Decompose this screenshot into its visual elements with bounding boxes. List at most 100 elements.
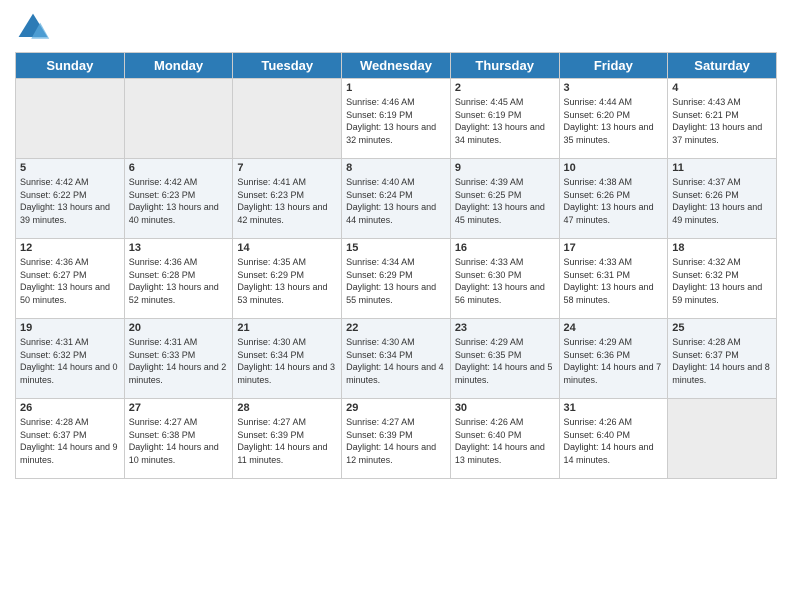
day-info: Sunrise: 4:45 AMSunset: 6:19 PMDaylight:… — [455, 96, 555, 146]
calendar-cell: 13 Sunrise: 4:36 AMSunset: 6:28 PMDaylig… — [124, 239, 233, 319]
day-info: Sunrise: 4:29 AMSunset: 6:35 PMDaylight:… — [455, 336, 555, 386]
day-number: 26 — [20, 402, 120, 414]
day-info: Sunrise: 4:43 AMSunset: 6:21 PMDaylight:… — [672, 96, 772, 146]
calendar-cell — [233, 79, 342, 159]
day-info: Sunrise: 4:41 AMSunset: 6:23 PMDaylight:… — [237, 176, 337, 226]
day-number: 27 — [129, 402, 229, 414]
day-info: Sunrise: 4:39 AMSunset: 6:25 PMDaylight:… — [455, 176, 555, 226]
day-number: 6 — [129, 162, 229, 174]
day-number: 12 — [20, 242, 120, 254]
day-info: Sunrise: 4:31 AMSunset: 6:33 PMDaylight:… — [129, 336, 229, 386]
day-number: 18 — [672, 242, 772, 254]
day-number: 7 — [237, 162, 337, 174]
day-info: Sunrise: 4:27 AMSunset: 6:39 PMDaylight:… — [346, 416, 446, 466]
day-number: 11 — [672, 162, 772, 174]
day-info: Sunrise: 4:26 AMSunset: 6:40 PMDaylight:… — [455, 416, 555, 466]
calendar-cell: 11 Sunrise: 4:37 AMSunset: 6:26 PMDaylig… — [668, 159, 777, 239]
day-info: Sunrise: 4:28 AMSunset: 6:37 PMDaylight:… — [20, 416, 120, 466]
day-number: 31 — [564, 402, 664, 414]
day-info: Sunrise: 4:46 AMSunset: 6:19 PMDaylight:… — [346, 96, 446, 146]
day-info: Sunrise: 4:27 AMSunset: 6:38 PMDaylight:… — [129, 416, 229, 466]
calendar-cell: 27 Sunrise: 4:27 AMSunset: 6:38 PMDaylig… — [124, 399, 233, 479]
day-number: 24 — [564, 322, 664, 334]
calendar-cell — [124, 79, 233, 159]
day-number: 23 — [455, 322, 555, 334]
calendar-cell: 24 Sunrise: 4:29 AMSunset: 6:36 PMDaylig… — [559, 319, 668, 399]
calendar-cell: 23 Sunrise: 4:29 AMSunset: 6:35 PMDaylig… — [450, 319, 559, 399]
day-header-monday: Monday — [124, 53, 233, 79]
week-row-3: 12 Sunrise: 4:36 AMSunset: 6:27 PMDaylig… — [16, 239, 777, 319]
day-info: Sunrise: 4:40 AMSunset: 6:24 PMDaylight:… — [346, 176, 446, 226]
day-number: 10 — [564, 162, 664, 174]
day-number: 16 — [455, 242, 555, 254]
day-number: 20 — [129, 322, 229, 334]
day-info: Sunrise: 4:31 AMSunset: 6:32 PMDaylight:… — [20, 336, 120, 386]
day-info: Sunrise: 4:33 AMSunset: 6:30 PMDaylight:… — [455, 256, 555, 306]
calendar-cell: 4 Sunrise: 4:43 AMSunset: 6:21 PMDayligh… — [668, 79, 777, 159]
day-number: 1 — [346, 82, 446, 94]
day-number: 29 — [346, 402, 446, 414]
day-info: Sunrise: 4:38 AMSunset: 6:26 PMDaylight:… — [564, 176, 664, 226]
calendar-cell: 1 Sunrise: 4:46 AMSunset: 6:19 PMDayligh… — [342, 79, 451, 159]
calendar-cell: 31 Sunrise: 4:26 AMSunset: 6:40 PMDaylig… — [559, 399, 668, 479]
calendar-cell: 9 Sunrise: 4:39 AMSunset: 6:25 PMDayligh… — [450, 159, 559, 239]
day-header-saturday: Saturday — [668, 53, 777, 79]
week-row-4: 19 Sunrise: 4:31 AMSunset: 6:32 PMDaylig… — [16, 319, 777, 399]
logo — [15, 10, 55, 46]
calendar-cell: 21 Sunrise: 4:30 AMSunset: 6:34 PMDaylig… — [233, 319, 342, 399]
calendar-cell: 12 Sunrise: 4:36 AMSunset: 6:27 PMDaylig… — [16, 239, 125, 319]
day-number: 17 — [564, 242, 664, 254]
day-number: 4 — [672, 82, 772, 94]
calendar-cell: 22 Sunrise: 4:30 AMSunset: 6:34 PMDaylig… — [342, 319, 451, 399]
week-row-2: 5 Sunrise: 4:42 AMSunset: 6:22 PMDayligh… — [16, 159, 777, 239]
calendar-cell — [16, 79, 125, 159]
calendar-cell: 14 Sunrise: 4:35 AMSunset: 6:29 PMDaylig… — [233, 239, 342, 319]
day-number: 8 — [346, 162, 446, 174]
day-header-friday: Friday — [559, 53, 668, 79]
calendar-cell: 30 Sunrise: 4:26 AMSunset: 6:40 PMDaylig… — [450, 399, 559, 479]
day-info: Sunrise: 4:37 AMSunset: 6:26 PMDaylight:… — [672, 176, 772, 226]
day-info: Sunrise: 4:29 AMSunset: 6:36 PMDaylight:… — [564, 336, 664, 386]
calendar-cell: 16 Sunrise: 4:33 AMSunset: 6:30 PMDaylig… — [450, 239, 559, 319]
header — [15, 10, 777, 46]
day-info: Sunrise: 4:36 AMSunset: 6:27 PMDaylight:… — [20, 256, 120, 306]
day-info: Sunrise: 4:30 AMSunset: 6:34 PMDaylight:… — [237, 336, 337, 386]
day-number: 30 — [455, 402, 555, 414]
day-number: 2 — [455, 82, 555, 94]
day-info: Sunrise: 4:30 AMSunset: 6:34 PMDaylight:… — [346, 336, 446, 386]
logo-icon — [15, 10, 51, 46]
calendar-cell: 19 Sunrise: 4:31 AMSunset: 6:32 PMDaylig… — [16, 319, 125, 399]
day-info: Sunrise: 4:42 AMSunset: 6:23 PMDaylight:… — [129, 176, 229, 226]
day-info: Sunrise: 4:26 AMSunset: 6:40 PMDaylight:… — [564, 416, 664, 466]
header-row: SundayMondayTuesdayWednesdayThursdayFrid… — [16, 53, 777, 79]
day-info: Sunrise: 4:28 AMSunset: 6:37 PMDaylight:… — [672, 336, 772, 386]
calendar-cell: 20 Sunrise: 4:31 AMSunset: 6:33 PMDaylig… — [124, 319, 233, 399]
day-number: 25 — [672, 322, 772, 334]
calendar-cell: 25 Sunrise: 4:28 AMSunset: 6:37 PMDaylig… — [668, 319, 777, 399]
day-number: 14 — [237, 242, 337, 254]
day-info: Sunrise: 4:36 AMSunset: 6:28 PMDaylight:… — [129, 256, 229, 306]
day-info: Sunrise: 4:44 AMSunset: 6:20 PMDaylight:… — [564, 96, 664, 146]
day-number: 22 — [346, 322, 446, 334]
day-header-sunday: Sunday — [16, 53, 125, 79]
calendar-cell: 29 Sunrise: 4:27 AMSunset: 6:39 PMDaylig… — [342, 399, 451, 479]
week-row-1: 1 Sunrise: 4:46 AMSunset: 6:19 PMDayligh… — [16, 79, 777, 159]
calendar-cell — [668, 399, 777, 479]
day-header-tuesday: Tuesday — [233, 53, 342, 79]
calendar-cell: 5 Sunrise: 4:42 AMSunset: 6:22 PMDayligh… — [16, 159, 125, 239]
calendar-cell: 15 Sunrise: 4:34 AMSunset: 6:29 PMDaylig… — [342, 239, 451, 319]
day-number: 3 — [564, 82, 664, 94]
day-number: 5 — [20, 162, 120, 174]
day-info: Sunrise: 4:34 AMSunset: 6:29 PMDaylight:… — [346, 256, 446, 306]
day-number: 28 — [237, 402, 337, 414]
day-number: 13 — [129, 242, 229, 254]
calendar-cell: 7 Sunrise: 4:41 AMSunset: 6:23 PMDayligh… — [233, 159, 342, 239]
day-info: Sunrise: 4:35 AMSunset: 6:29 PMDaylight:… — [237, 256, 337, 306]
calendar-cell: 10 Sunrise: 4:38 AMSunset: 6:26 PMDaylig… — [559, 159, 668, 239]
calendar-cell: 17 Sunrise: 4:33 AMSunset: 6:31 PMDaylig… — [559, 239, 668, 319]
day-header-wednesday: Wednesday — [342, 53, 451, 79]
day-info: Sunrise: 4:42 AMSunset: 6:22 PMDaylight:… — [20, 176, 120, 226]
calendar-cell: 3 Sunrise: 4:44 AMSunset: 6:20 PMDayligh… — [559, 79, 668, 159]
day-number: 9 — [455, 162, 555, 174]
week-row-5: 26 Sunrise: 4:28 AMSunset: 6:37 PMDaylig… — [16, 399, 777, 479]
